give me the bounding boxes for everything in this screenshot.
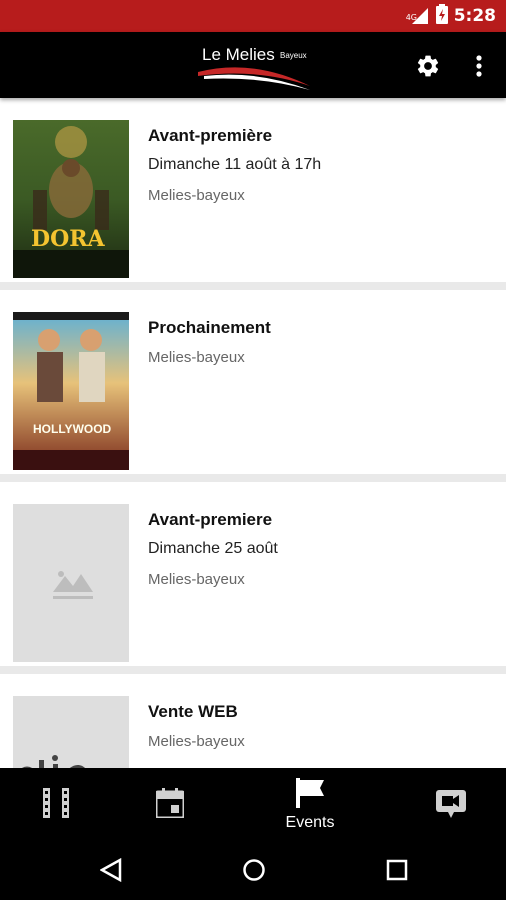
poster-image[interactable]: DORA [13, 120, 129, 278]
event-card[interactable]: Avant-premiere Dimanche 25 août Melies-b… [0, 482, 506, 666]
recents-icon[interactable] [386, 859, 408, 881]
flag-icon [296, 778, 324, 808]
poster-title-text: HOLLYWOOD [33, 422, 112, 436]
event-venue: Melies-bayeux [148, 733, 245, 750]
event-card[interactable]: DORA Avant-première Dimanche 11 août à 1… [0, 98, 506, 282]
poster-placeholder[interactable] [13, 504, 129, 662]
settings-button[interactable] [410, 48, 446, 84]
events-list: DORA Avant-première Dimanche 11 août à 1… [0, 98, 506, 768]
status-bar: 4G 5:28 [0, 0, 506, 32]
more-vert-icon [476, 55, 482, 77]
event-venue: Melies-bayeux [148, 571, 245, 588]
nav-events[interactable]: Events [260, 768, 360, 840]
film-icon [43, 788, 69, 818]
video-icon [436, 790, 466, 818]
calendar-icon [156, 788, 184, 818]
event-title: Prochainement [148, 318, 271, 337]
back-icon[interactable] [100, 858, 122, 882]
app-logo: Le Melies Bayeux [198, 42, 318, 92]
system-navigation [0, 840, 506, 900]
event-title: Vente WEB [148, 702, 238, 721]
status-time: 5:28 [453, 6, 496, 26]
poster-image[interactable]: HOLLYWOOD [13, 312, 129, 470]
poster-title-text: DORA [31, 226, 105, 252]
home-icon[interactable] [242, 858, 266, 882]
event-card[interactable]: Vente WEB Melies-bayeux [0, 674, 506, 768]
nav-videos[interactable] [400, 768, 500, 840]
poster-image[interactable] [13, 696, 129, 768]
event-card[interactable]: HOLLYWOOD Prochainement Melies-bayeux [0, 290, 506, 474]
event-title: Avant-première [148, 126, 273, 145]
image-placeholder-icon [53, 571, 93, 599]
network-type: 4G [405, 13, 417, 22]
battery-icon [435, 3, 448, 29]
nav-films[interactable] [6, 768, 106, 840]
bottom-navigation: Events [0, 768, 506, 840]
app-bar: Le Melies Bayeux [0, 32, 506, 98]
event-venue: Melies-bayeux [148, 187, 245, 204]
gear-icon [417, 55, 439, 77]
nav-calendar[interactable] [120, 768, 220, 840]
overflow-menu-button[interactable] [464, 48, 494, 84]
event-date: Dimanche 25 août [148, 540, 278, 557]
signal-icon: 4G [405, 6, 430, 26]
event-date: Dimanche 11 août à 17h [148, 156, 322, 173]
nav-events-label: Events [285, 814, 335, 831]
event-title: Avant-premiere [148, 510, 273, 529]
event-venue: Melies-bayeux [148, 349, 245, 366]
